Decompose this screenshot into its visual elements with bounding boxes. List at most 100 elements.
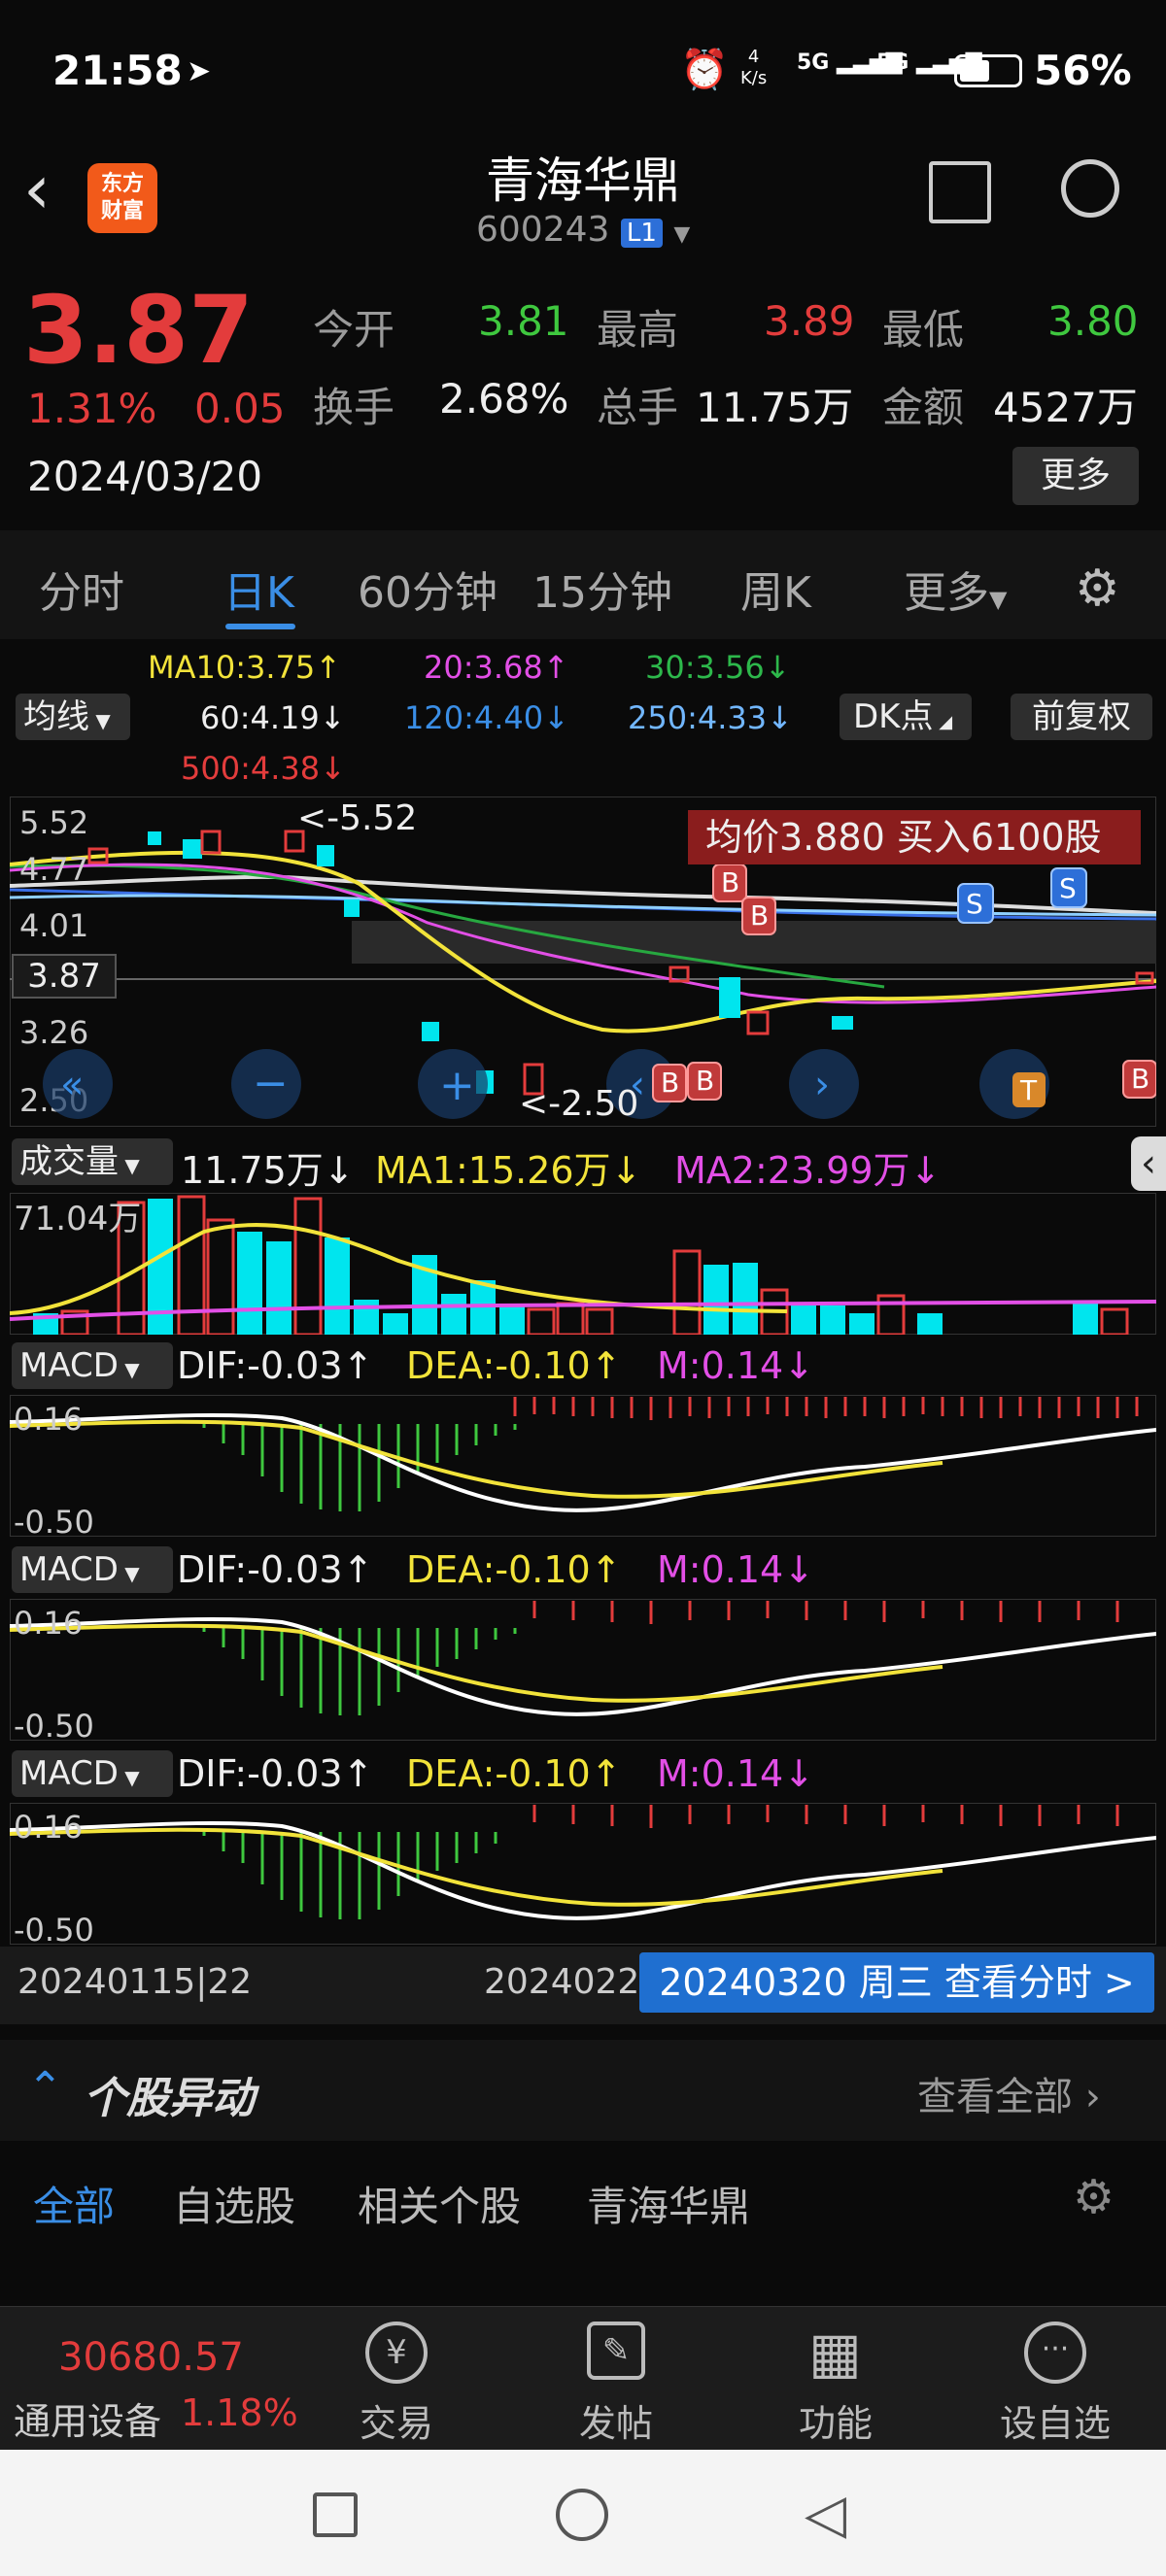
trade-button[interactable]: 交易: [309, 2393, 484, 2447]
alerts-tab-related[interactable]: 相关个股: [358, 2174, 521, 2233]
macd-chart-3: 0.16 -0.50: [10, 1803, 1156, 1945]
post-icon[interactable]: ✎: [587, 2322, 645, 2380]
ma60-label: 60:4.19↓: [200, 699, 346, 736]
volume-selector[interactable]: 成交量 ▼: [12, 1138, 173, 1185]
svg-text:S: S: [1059, 872, 1077, 904]
ma20-label: 20:3.68↑: [424, 649, 569, 686]
ma500-label: 500:4.38↓: [181, 750, 346, 787]
alerts-tab-stock[interactable]: 青海华鼎: [587, 2174, 750, 2233]
add-watchlist-icon[interactable]: ···: [1024, 2322, 1086, 2384]
share-icon[interactable]: [929, 161, 991, 223]
more-button[interactable]: 更多: [1012, 447, 1139, 505]
x-axis-date-1: 20240115|22: [17, 1962, 253, 2002]
last-price: 3.87: [23, 276, 254, 385]
ma-selector[interactable]: 均线 ▼: [16, 694, 130, 740]
function-button[interactable]: 功能: [748, 2393, 923, 2447]
home-button[interactable]: [556, 2489, 608, 2541]
open-value: 3.81: [478, 297, 569, 345]
tab-underline: [225, 624, 295, 629]
alerts-settings-icon[interactable]: ⚙: [1073, 2170, 1115, 2224]
telegram-icon: ➤: [187, 54, 212, 88]
index-name[interactable]: 通用设备: [14, 2391, 161, 2445]
volume-ma2: MA2:23.99万↓: [674, 1149, 942, 1192]
svg-text:B: B: [721, 866, 739, 898]
index-value[interactable]: 30680.57: [58, 2335, 244, 2380]
recent-apps-button[interactable]: [313, 2492, 358, 2537]
alerts-tab-all[interactable]: 全部: [33, 2174, 115, 2233]
tab-weekly-k[interactable]: 周K: [740, 558, 811, 620]
open-label: 今开: [313, 306, 395, 354]
volume-value: 11.75万: [696, 384, 854, 431]
chevron-up-icon[interactable]: ⌃: [27, 2063, 63, 2113]
svg-text:-0.50: -0.50: [14, 1708, 94, 1741]
svg-text:B: B: [696, 1065, 714, 1097]
search-icon[interactable]: [1061, 159, 1119, 218]
macd-dif-1: DIF:-0.03↑: [177, 1344, 374, 1387]
macd-chart-2: 0.16 -0.50: [10, 1599, 1156, 1741]
app-logo: 东方 财富: [87, 163, 157, 233]
tab-15min[interactable]: 15分钟: [532, 558, 672, 620]
kline-min-note: <-2.50: [519, 1084, 639, 1124]
tab-more[interactable]: 更多▼: [904, 558, 1007, 620]
back-button[interactable]: ‹: [23, 155, 51, 223]
svg-text:«: «: [60, 1063, 84, 1107]
macd-selector-2[interactable]: MACD ▼: [12, 1546, 173, 1593]
alarm-icon: ⏰: [680, 48, 729, 92]
macd-dea-2: DEA:-0.10↑: [406, 1548, 622, 1591]
svg-text:3.26: 3.26: [19, 1014, 88, 1051]
amount-value: 4527万: [993, 384, 1138, 431]
macd-dif-2: DIF:-0.03↑: [177, 1548, 374, 1591]
back-nav-button[interactable]: ◁: [805, 2483, 846, 2546]
alerts-tab-watchlist[interactable]: 自选股: [173, 2174, 295, 2233]
svg-text:4.01: 4.01: [19, 907, 88, 944]
index-pct[interactable]: 1.18%: [181, 2391, 298, 2434]
macd-m-2: M:0.14↓: [657, 1548, 815, 1591]
svg-text:5.52: 5.52: [19, 804, 88, 841]
macd-dea-1: DEA:-0.10↑: [406, 1344, 622, 1387]
trade-icon[interactable]: ¥: [365, 2322, 428, 2384]
volume-ma1: MA1:15.26万↓: [375, 1149, 642, 1192]
add-watchlist-button[interactable]: 设自选: [968, 2393, 1143, 2447]
svg-text:-0.50: -0.50: [14, 1912, 94, 1945]
macd-selector-1[interactable]: MACD ▼: [12, 1342, 173, 1389]
svg-text:B: B: [750, 899, 769, 932]
low-value: 3.80: [1047, 297, 1139, 345]
view-all-link[interactable]: 查看全部 ›: [917, 2065, 1101, 2121]
ma30-label: 30:3.56↓: [645, 649, 791, 686]
tab-60min[interactable]: 60分钟: [358, 558, 497, 620]
turnover-label: 换手: [313, 384, 395, 431]
current-price-tag: 3.87: [12, 954, 117, 999]
volume-label: 总手: [597, 384, 679, 431]
svg-text:4.77: 4.77: [19, 851, 88, 888]
svg-text:T: T: [1019, 1074, 1038, 1106]
alerts-title: 个股异动: [84, 2074, 255, 2123]
ma120-label: 120:4.40↓: [404, 699, 569, 736]
change-abs: 0.05: [194, 385, 286, 432]
stock-code: 600243 L1 ▼: [476, 210, 691, 250]
svg-text:0.16: 0.16: [14, 1401, 83, 1438]
svg-text:-0.50: -0.50: [14, 1504, 94, 1537]
collapse-handle[interactable]: ‹: [1131, 1136, 1166, 1191]
dk-button[interactable]: DK点 ◢: [840, 694, 972, 740]
battery-text: 56%: [1034, 47, 1132, 94]
macd-selector-3[interactable]: MACD ▼: [12, 1750, 173, 1797]
svg-text:S: S: [966, 888, 983, 920]
svg-text:71.04万: 71.04万: [14, 1200, 141, 1238]
settings-icon[interactable]: ⚙: [1075, 559, 1120, 618]
macd-m-1: M:0.14↓: [657, 1344, 815, 1387]
ma10-label: MA10:3.75↑: [148, 649, 342, 686]
macd-m-3: M:0.14↓: [657, 1752, 815, 1795]
svg-text:B: B: [1131, 1063, 1149, 1095]
tab-daily-k[interactable]: 日K: [223, 558, 294, 620]
high-value: 3.89: [764, 297, 855, 345]
kline-max-note: <-5.52: [297, 798, 418, 838]
turnover-value: 2.68%: [439, 375, 569, 423]
svg-text:−: −: [253, 1059, 289, 1108]
view-fenshi-button[interactable]: 20240320 周三 查看分时 >: [639, 1952, 1154, 2013]
function-icon[interactable]: ▦: [808, 2322, 862, 2384]
adjust-button[interactable]: 前复权: [1011, 694, 1152, 740]
tab-fenshi[interactable]: 分时: [39, 558, 124, 620]
macd-dif-3: DIF:-0.03↑: [177, 1752, 374, 1795]
post-button[interactable]: 发帖: [529, 2393, 703, 2447]
svg-text:0.16: 0.16: [14, 1809, 83, 1846]
